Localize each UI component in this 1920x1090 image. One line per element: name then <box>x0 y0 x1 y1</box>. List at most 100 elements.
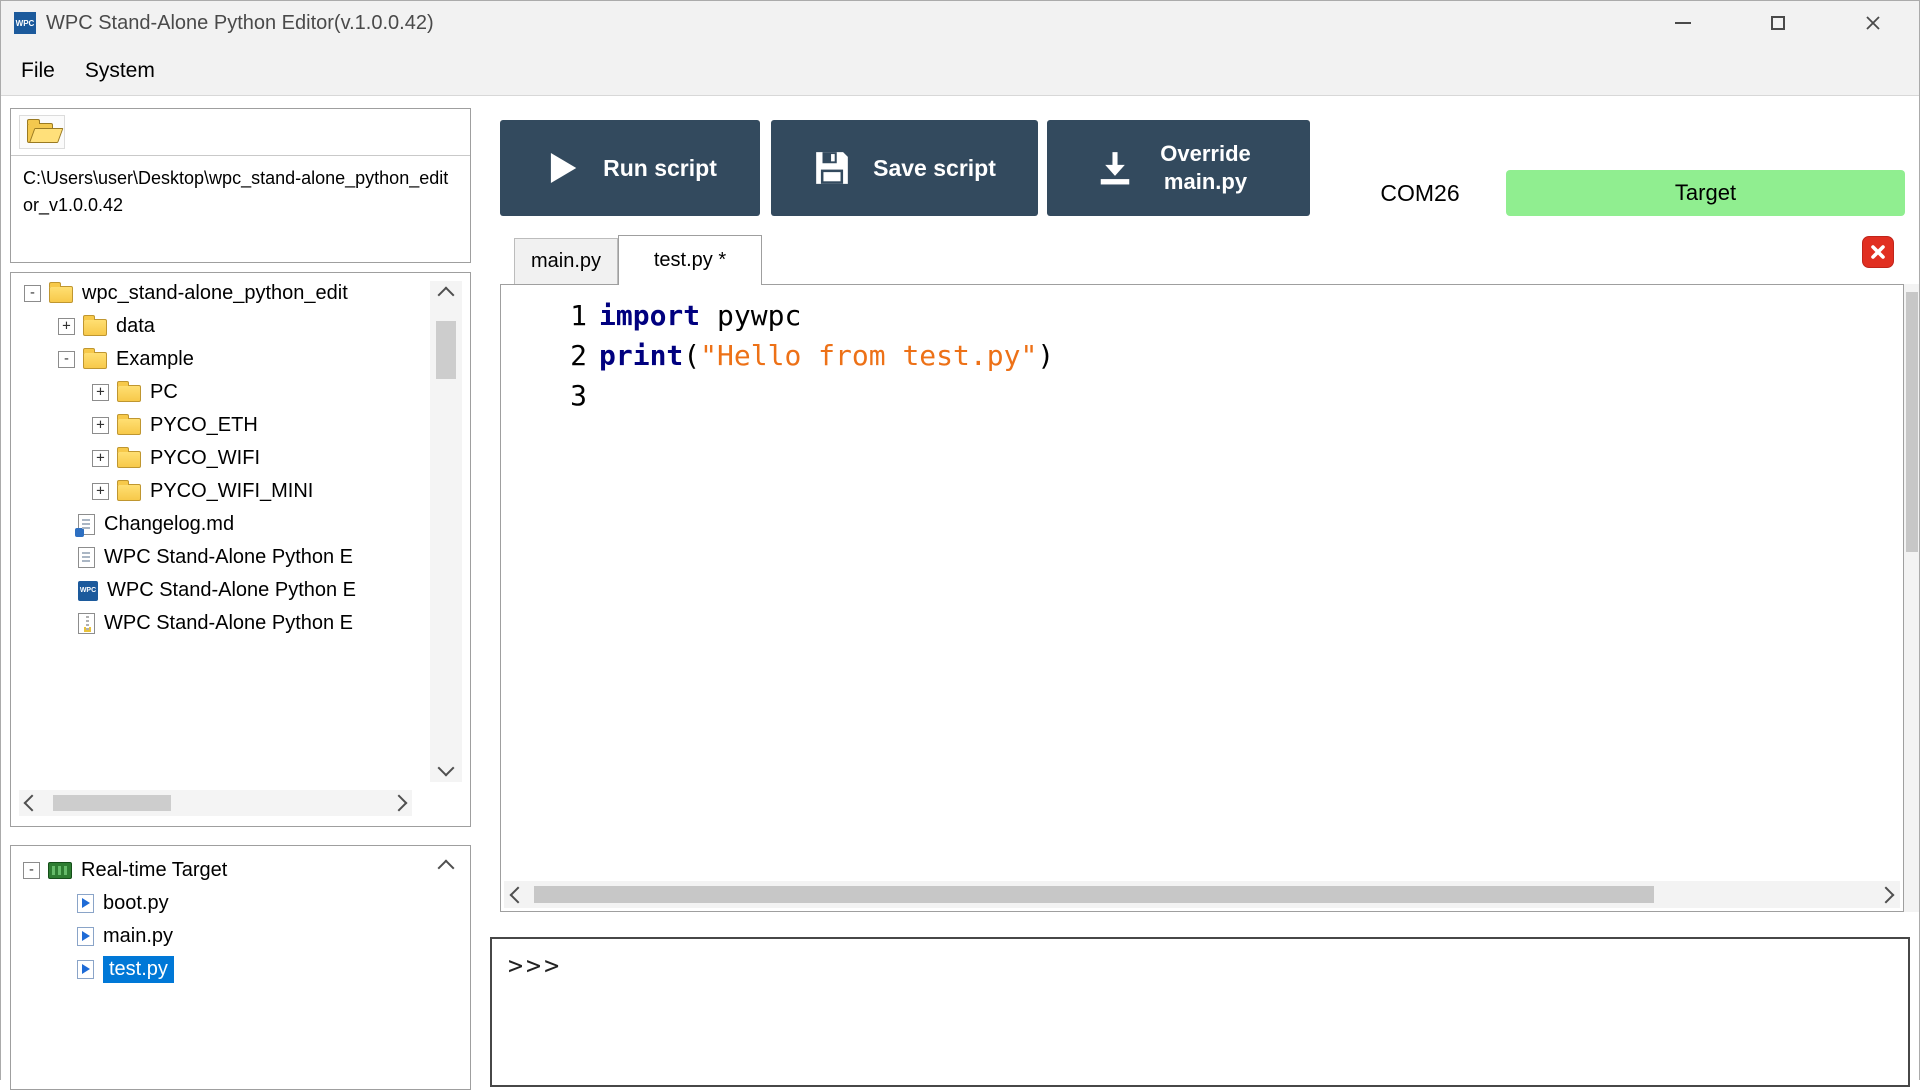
tab-main-py[interactable]: main.py <box>514 238 618 284</box>
tree-item-pyco-eth[interactable]: + PYCO_ETH <box>12 409 422 442</box>
folder-icon <box>117 484 141 501</box>
tree-item-label: Changelog.md <box>104 513 234 536</box>
tree-item-label-selected: test.py <box>103 956 174 983</box>
line-number: 3 <box>501 379 587 412</box>
target-button[interactable]: Target <box>1506 170 1905 216</box>
close-tab-button[interactable] <box>1862 236 1894 268</box>
tree-item-label: Real-time Target <box>81 859 227 882</box>
play-icon <box>543 149 581 187</box>
tree-item-pyco-wifi-mini[interactable]: + PYCO_WIFI_MINI <box>12 475 422 508</box>
target-item-boot-py[interactable]: boot.py <box>11 887 470 920</box>
tree-item-label: PC <box>150 381 178 404</box>
zip-file-icon <box>78 613 95 634</box>
tree-horizontal-scrollbar[interactable] <box>19 790 412 816</box>
open-folder-button[interactable] <box>19 115 65 149</box>
tree-item-label: WPC Stand-Alone Python E <box>104 546 353 569</box>
tree-item-label: data <box>116 315 155 338</box>
target-device-icon <box>48 862 72 879</box>
plain-token: pywpc <box>700 299 801 332</box>
line-number: 1 <box>501 299 587 332</box>
expand-icon[interactable]: + <box>58 318 75 335</box>
title-bar: WPC WPC Stand-Alone Python Editor(v.1.0.… <box>0 0 1920 46</box>
collapse-icon[interactable]: - <box>23 862 40 879</box>
console-panel[interactable]: >>> <box>490 937 1910 1087</box>
scrollbar-thumb[interactable] <box>436 321 456 379</box>
tree-item-pyco-wifi[interactable]: + PYCO_WIFI <box>12 442 422 475</box>
maximize-icon <box>1771 16 1785 30</box>
minimize-icon <box>1675 22 1691 24</box>
download-icon <box>1096 149 1134 187</box>
tab-test-py[interactable]: test.py * <box>618 235 762 285</box>
folder-icon <box>49 286 73 303</box>
maximize-button[interactable] <box>1730 0 1825 46</box>
target-tree-panel: - Real-time Target boot.py main.py test.… <box>10 845 471 1090</box>
tree-item-label: main.py <box>103 925 173 948</box>
tree-item-label: Example <box>116 348 194 371</box>
collapse-icon[interactable]: - <box>24 285 41 302</box>
close-window-button[interactable] <box>1825 0 1920 46</box>
window-controls <box>1635 0 1920 46</box>
scrollbar-thumb[interactable] <box>1906 292 1918 552</box>
tree-item-data[interactable]: + data <box>12 310 422 343</box>
target-item-main-py[interactable]: main.py <box>11 920 470 953</box>
scroll-up-icon[interactable] <box>438 287 455 304</box>
scroll-right-icon[interactable] <box>391 795 408 812</box>
wpc-app-file-icon: WPC <box>78 581 98 601</box>
tree-item-label: WPC Stand-Alone Python E <box>107 579 356 602</box>
expand-icon[interactable]: + <box>92 384 109 401</box>
tree-item-label: WPC Stand-Alone Python E <box>104 612 353 635</box>
editor-vertical-scrollbar[interactable] <box>1904 284 1920 912</box>
target-root[interactable]: - Real-time Target <box>11 854 470 887</box>
floppy-disk-icon <box>813 149 851 187</box>
code-line-3: 3 <box>501 375 1903 415</box>
open-folder-icon <box>26 120 58 144</box>
window-title: WPC Stand-Alone Python Editor(v.1.0.0.42… <box>46 12 434 35</box>
scroll-left-icon[interactable] <box>24 795 41 812</box>
menu-system[interactable]: System <box>70 59 170 83</box>
code-text: import pywpc <box>599 299 801 332</box>
scroll-left-icon[interactable] <box>510 886 527 903</box>
tree-item-label: PYCO_WIFI_MINI <box>150 480 313 503</box>
expand-icon[interactable]: + <box>92 417 109 434</box>
override-main-button[interactable]: Override main.py <box>1047 120 1310 216</box>
override-main-label: Override main.py <box>1150 140 1262 196</box>
tree-item-document-1[interactable]: WPC Stand-Alone Python E <box>12 541 422 574</box>
tree-item-pc[interactable]: + PC <box>12 376 422 409</box>
code-line-1: 1 import pywpc <box>501 295 1903 335</box>
save-script-button[interactable]: Save script <box>771 120 1038 216</box>
tree-vertical-scrollbar[interactable] <box>430 281 462 782</box>
editor-horizontal-scrollbar[interactable] <box>504 881 1900 908</box>
scroll-right-icon[interactable] <box>1878 886 1895 903</box>
tree-item-changelog[interactable]: Changelog.md <box>12 508 422 541</box>
explorer-header-panel: C:\Users\user\Desktop\wpc_stand-alone_py… <box>10 108 471 263</box>
console-prompt: >>> <box>508 951 562 980</box>
close-icon <box>1869 243 1887 261</box>
file-tree-panel: - wpc_stand-alone_python_edit + data - E… <box>10 272 471 827</box>
tree-item-document-3[interactable]: WPC Stand-Alone Python E <box>12 607 422 640</box>
run-script-button[interactable]: Run script <box>500 120 760 216</box>
scroll-down-icon[interactable] <box>438 760 455 777</box>
expand-icon[interactable]: + <box>92 450 109 467</box>
collapse-icon[interactable]: - <box>58 351 75 368</box>
keyword-token: import <box>599 299 700 332</box>
document-file-icon <box>78 547 95 568</box>
code-editor[interactable]: 1 import pywpc 2 print("Hello from test.… <box>500 284 1904 912</box>
app-window: { "window": { "title": "WPC Stand-Alone … <box>0 0 1920 1080</box>
tree-item-label: wpc_stand-alone_python_edit <box>82 282 348 305</box>
target-item-test-py[interactable]: test.py <box>11 953 470 986</box>
minimize-button[interactable] <box>1635 0 1730 46</box>
menu-file[interactable]: File <box>6 59 70 83</box>
expand-icon[interactable]: + <box>92 483 109 500</box>
scrollbar-thumb[interactable] <box>534 886 1654 903</box>
tree-item-root[interactable]: - wpc_stand-alone_python_edit <box>12 277 422 310</box>
com-port-label: COM26 <box>1340 170 1500 216</box>
python-file-icon <box>77 927 94 946</box>
plain-token: ( <box>683 339 700 372</box>
tree-item-example[interactable]: - Example <box>12 343 422 376</box>
python-file-icon <box>77 894 94 913</box>
tree-item-document-2[interactable]: WPC WPC Stand-Alone Python E <box>12 574 422 607</box>
tree-item-label: boot.py <box>103 892 169 915</box>
scrollbar-thumb[interactable] <box>53 795 171 811</box>
code-text: print("Hello from test.py") <box>599 339 1054 372</box>
save-script-label: Save script <box>873 155 996 182</box>
